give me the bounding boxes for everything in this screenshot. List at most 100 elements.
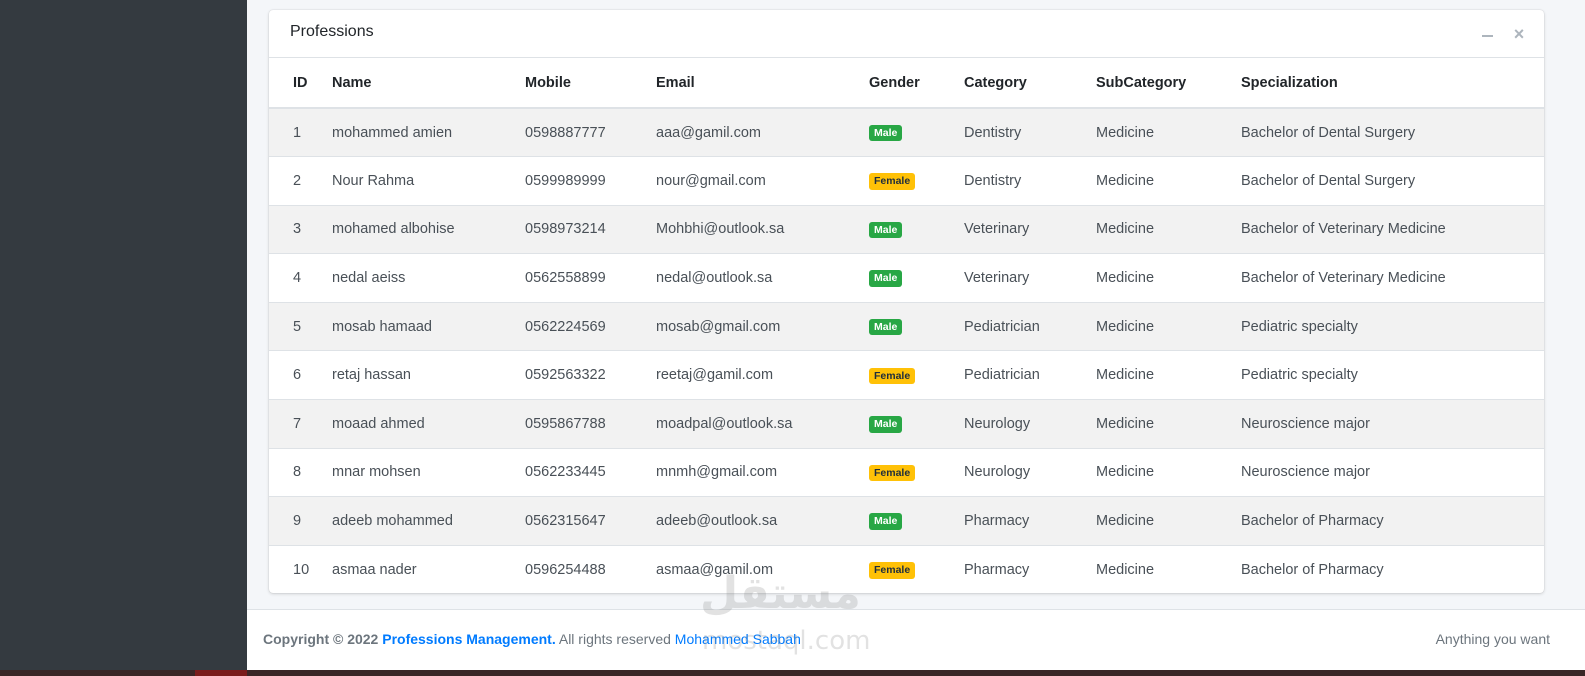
gender-badge: Male <box>869 270 903 287</box>
cell-specialization: Pediatric specialty <box>1241 350 1544 400</box>
table-row: 7 moaad ahmed 0595867788 moadpal@outlook.sa… <box>269 399 1544 449</box>
cell-id: 2 <box>269 156 332 206</box>
cell-name: adeeb mohammed <box>332 496 525 546</box>
table-row: 9 adeeb mohammed 0562315647 adeeb@outlook.s… <box>269 496 1544 546</box>
header-gender: Gender <box>869 58 964 109</box>
cell-gender: Female <box>869 156 964 206</box>
cell-specialization: Bachelor of Veterinary Medicine <box>1241 253 1544 303</box>
cell-id: 5 <box>269 301 332 351</box>
cell-mobile: 0562224569 <box>525 301 656 351</box>
gender-badge: Female <box>869 464 916 482</box>
cell-email: mosab@gmail.com <box>656 301 869 351</box>
cell-gender: Male <box>869 107 964 157</box>
gender-badge: Female <box>869 562 916 579</box>
cell-subcategory: Medicine <box>1096 496 1241 546</box>
cell-email: Mohbhi@outlook.sa <box>656 204 869 254</box>
gender-badge: Female <box>869 367 916 385</box>
cell-id: 6 <box>269 350 332 400</box>
cell-id: 3 <box>269 204 332 254</box>
cell-category: Neurology <box>964 447 1096 497</box>
cell-specialization: Bachelor of Veterinary Medicine <box>1241 204 1544 254</box>
header-category: Category <box>964 58 1096 109</box>
cell-email: aaa@gamil.com <box>656 107 869 157</box>
cell-category: Veterinary <box>964 204 1096 254</box>
cell-specialization: Bachelor of Dental Surgery <box>1241 156 1544 206</box>
gender-badge: Male <box>869 513 903 530</box>
cell-name: asmaa nader <box>332 544 525 593</box>
table-row: 3 mohamed albohise 0598973214 Mohbhi@outloo… <box>269 204 1544 254</box>
sidebar <box>0 0 247 676</box>
bottom-strip <box>0 670 1585 676</box>
cell-email: mnmh@gmail.com <box>656 447 869 497</box>
cell-mobile: 0562558899 <box>525 253 656 303</box>
cell-specialization: Bachelor of Pharmacy <box>1241 496 1544 546</box>
cell-gender: Male <box>869 399 964 449</box>
cell-name: mosab hamaad <box>332 301 525 351</box>
cell-specialization: Neuroscience major <box>1241 447 1544 497</box>
cell-id: 8 <box>269 447 332 497</box>
cell-specialization: Neuroscience major <box>1241 399 1544 449</box>
card-title: Professions <box>290 23 374 40</box>
cell-email: nedal@outlook.sa <box>656 253 869 303</box>
header-name: Name <box>332 58 525 109</box>
cell-gender: Male <box>869 204 964 254</box>
cell-gender: Female <box>869 350 964 400</box>
table-row: 8 mnar mohsen 0562233445 mnmh@gmail.com Fema… <box>269 447 1544 497</box>
gender-badge: Male <box>869 124 903 142</box>
cell-category: Pediatrician <box>964 350 1096 400</box>
table-body: 1 mohammed amien 0598887777 aaa@gamil.com Ma… <box>269 107 1544 593</box>
cell-subcategory: Medicine <box>1096 107 1241 157</box>
cell-subcategory: Medicine <box>1096 301 1241 351</box>
header-email: Email <box>656 58 869 109</box>
cell-mobile: 0595867788 <box>525 399 656 449</box>
cell-category: Pharmacy <box>964 496 1096 546</box>
cell-gender: Female <box>869 544 964 593</box>
cell-name: moaad ahmed <box>332 399 525 449</box>
header-specialization: Specialization <box>1241 58 1544 109</box>
cell-mobile: 0562233445 <box>525 447 656 497</box>
minus-icon[interactable] <box>1477 24 1497 44</box>
gender-badge: Male <box>869 318 903 336</box>
card-header: Professions × <box>269 10 1544 58</box>
cell-category: Neurology <box>964 399 1096 449</box>
footer-right-text: Anything you want <box>1435 631 1550 647</box>
cell-category: Dentistry <box>964 156 1096 206</box>
cell-id: 10 <box>269 544 332 593</box>
copyright-text: Copyright © 2022 <box>263 631 379 647</box>
table-row: 6 retaj hassan 0592563322 reetaj@gamil.com F… <box>269 350 1544 400</box>
header-id: ID <box>269 58 332 109</box>
footer-copyright: Copyright © 2022 Professions Management.… <box>263 631 801 647</box>
cell-category: Dentistry <box>964 107 1096 157</box>
professions-card: Professions × ID Name Mobile Email Gende… <box>269 10 1544 593</box>
main-content: Professions × ID Name Mobile Email Gende… <box>247 0 1585 610</box>
gender-badge: Female <box>869 173 916 190</box>
cell-subcategory: Medicine <box>1096 447 1241 497</box>
cell-id: 4 <box>269 253 332 303</box>
table-row: 1 mohammed amien 0598887777 aaa@gamil.com Ma… <box>269 107 1544 157</box>
header-subcategory: SubCategory <box>1096 58 1241 109</box>
header-mobile: Mobile <box>525 58 656 109</box>
brand-link[interactable]: Professions Management. <box>382 631 556 647</box>
cell-id: 7 <box>269 399 332 449</box>
gender-badge: Male <box>869 416 903 433</box>
cell-email: moadpal@outlook.sa <box>656 399 869 449</box>
table-header-row: ID Name Mobile Email Gender Category Sub… <box>269 58 1544 109</box>
cell-name: nedal aeiss <box>332 253 525 303</box>
cell-name: Nour Rahma <box>332 156 525 206</box>
footer: Copyright © 2022 Professions Management.… <box>247 609 1585 670</box>
cell-name: mnar mohsen <box>332 447 525 497</box>
author-link[interactable]: Mohammed Sabbah <box>675 631 801 647</box>
gender-badge: Male <box>869 221 903 239</box>
table-row: 2 Nour Rahma 0599989999 nour@gmail.com Femal… <box>269 156 1544 206</box>
close-icon[interactable]: × <box>1509 24 1529 44</box>
cell-name: mohamed albohise <box>332 204 525 254</box>
cell-gender: Male <box>869 496 964 546</box>
cell-specialization: Pediatric specialty <box>1241 301 1544 351</box>
cell-category: Pediatrician <box>964 301 1096 351</box>
table-row: 5 mosab hamaad 0562224569 mosab@gmail.com Ma… <box>269 301 1544 351</box>
cell-mobile: 0592563322 <box>525 350 656 400</box>
cell-id: 1 <box>269 107 332 157</box>
cell-name: retaj hassan <box>332 350 525 400</box>
professions-table: ID Name Mobile Email Gender Category Sub… <box>269 58 1544 593</box>
cell-email: adeeb@outlook.sa <box>656 496 869 546</box>
